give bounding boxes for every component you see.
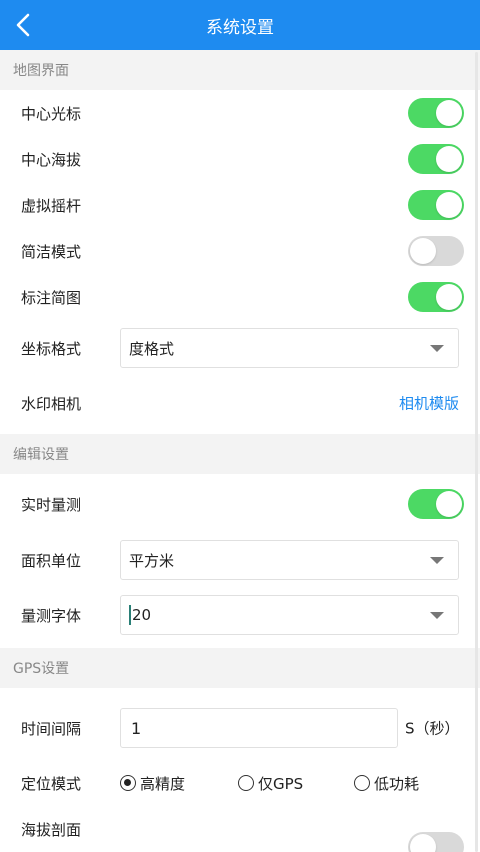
time-interval-input[interactable]: 1	[120, 708, 398, 748]
section-header-map: 地图界面	[0, 50, 480, 90]
chevron-left-icon	[16, 13, 30, 37]
radio-label: 低功耗	[374, 774, 420, 793]
radio-high-accuracy[interactable]: 高精度	[120, 771, 185, 795]
time-interval-value: 1	[131, 718, 142, 738]
row-annotate-sketch: 标注简图	[0, 274, 480, 320]
annotate-sketch-toggle[interactable]	[408, 282, 464, 312]
toggle-knob	[410, 238, 436, 264]
altitude-profile-label: 海拔剖面	[21, 820, 82, 839]
settings-list[interactable]: 地图界面 中心光标 中心海拔 虚拟摇杆 简洁模式 标注简图 坐标格式 度格式 水…	[0, 50, 480, 852]
realtime-measure-label: 实时量测	[21, 495, 82, 514]
radio-low-power[interactable]: 低功耗	[354, 771, 419, 795]
toggle-knob	[436, 100, 462, 126]
measure-font-label: 量测字体	[21, 606, 82, 625]
area-unit-value: 平方米	[129, 551, 175, 570]
row-watermark-camera: 水印相机 相机模版	[0, 376, 480, 430]
coord-format-select[interactable]: 度格式	[120, 328, 459, 368]
virtual-joystick-label: 虚拟摇杆	[21, 196, 82, 215]
time-interval-unit: S（秒）	[405, 719, 460, 738]
toggle-knob	[436, 284, 462, 310]
center-cursor-toggle[interactable]	[408, 98, 464, 128]
camera-template-link[interactable]: 相机模版	[399, 393, 459, 414]
toggle-knob	[436, 146, 462, 172]
center-cursor-label: 中心光标	[21, 104, 82, 123]
radio-circle	[354, 775, 370, 791]
radio-circle	[120, 775, 136, 791]
row-realtime-measure: 实时量测	[0, 474, 480, 534]
measure-font-select[interactable]: 20	[120, 595, 459, 635]
virtual-joystick-toggle[interactable]	[408, 190, 464, 220]
back-button[interactable]	[6, 8, 40, 42]
time-interval-label: 时间间隔	[21, 719, 82, 738]
radio-circle	[238, 775, 254, 791]
chevron-down-icon	[430, 612, 444, 619]
area-unit-select[interactable]: 平方米	[120, 540, 459, 580]
realtime-measure-toggle[interactable]	[408, 489, 464, 519]
area-unit-label: 面积单位	[21, 551, 82, 570]
locate-mode-radio-group: 高精度 仅GPS 低功耗	[120, 771, 464, 795]
page-title: 系统设置	[206, 17, 274, 38]
simple-mode-toggle[interactable]	[408, 236, 464, 266]
watermark-camera-label: 水印相机	[21, 394, 82, 413]
section-header-edit: 编辑设置	[0, 434, 480, 474]
toggle-knob	[436, 192, 462, 218]
coord-format-label: 坐标格式	[21, 339, 82, 358]
toggle-knob	[436, 491, 462, 517]
chevron-down-icon	[430, 557, 444, 564]
row-area-unit: 面积单位 平方米	[0, 534, 480, 586]
row-locate-mode: 定位模式 高精度 仅GPS 低功耗	[0, 768, 480, 798]
row-simple-mode: 简洁模式	[0, 228, 480, 274]
row-altitude-profile: 海拔剖面	[0, 798, 480, 852]
scrollbar[interactable]	[475, 52, 478, 852]
section-header-gps: GPS设置	[0, 648, 480, 688]
row-center-altitude: 中心海拔	[0, 136, 480, 182]
row-measure-font: 量测字体 20	[0, 586, 480, 644]
locate-mode-label: 定位模式	[21, 774, 82, 793]
row-coord-format: 坐标格式 度格式	[0, 320, 480, 376]
center-altitude-toggle[interactable]	[408, 144, 464, 174]
radio-label: 高精度	[140, 774, 186, 793]
row-center-cursor: 中心光标	[0, 90, 480, 136]
radio-gps-only[interactable]: 仅GPS	[238, 771, 303, 795]
radio-label: 仅GPS	[258, 774, 304, 793]
toggle-knob	[410, 834, 436, 852]
chevron-down-icon	[430, 345, 444, 352]
annotate-sketch-label: 标注简图	[21, 288, 82, 307]
row-virtual-joystick: 虚拟摇杆	[0, 182, 480, 228]
simple-mode-label: 简洁模式	[21, 242, 82, 261]
altitude-profile-toggle[interactable]	[408, 832, 464, 852]
measure-font-value: 20	[132, 606, 152, 624]
coord-format-value: 度格式	[129, 339, 175, 358]
row-time-interval: 时间间隔 1 S（秒）	[0, 688, 480, 768]
center-altitude-label: 中心海拔	[21, 150, 82, 169]
text-cursor	[129, 605, 131, 625]
app-header: 系统设置	[0, 0, 480, 50]
